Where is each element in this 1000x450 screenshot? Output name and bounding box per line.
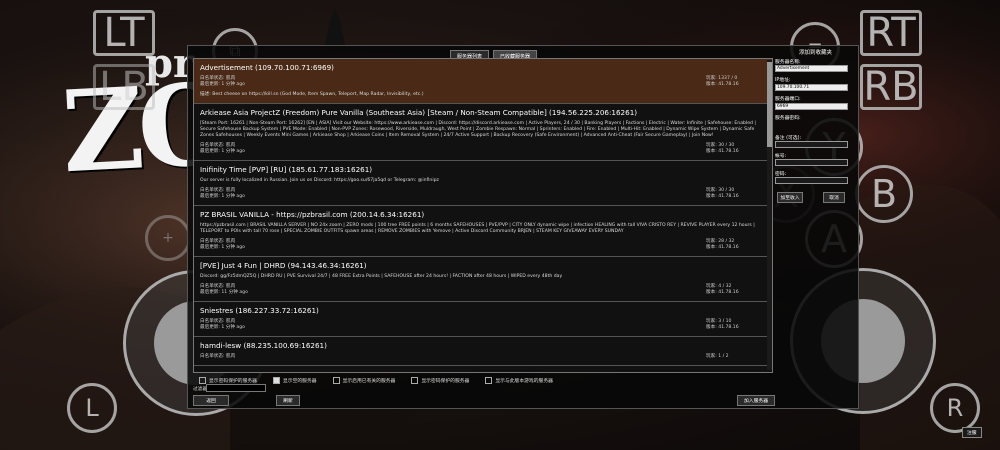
last-update: 最后更新: 1 分钟 ago	[200, 194, 245, 199]
scrollbar-thumb[interactable]	[767, 62, 772, 147]
refresh-button[interactable]: 刷新	[276, 395, 300, 406]
add-favorite-button[interactable]: 加至收入	[777, 192, 803, 203]
server-row[interactable]: Arkiease Asia ProjectZ (Freedom) Pure Va…	[194, 104, 772, 161]
note-field[interactable]	[775, 141, 848, 148]
server-row[interactable]: Advertisement (109.70.100.71:6969) 白名单状态…	[194, 59, 772, 104]
account-field[interactable]	[775, 159, 848, 166]
account-label: 帐号:	[775, 154, 787, 159]
server-row[interactable]: Sniestres (186.227.33.72:16261) 白名单状态: 肌…	[194, 302, 772, 337]
filter-options: 显示密码保护的服务器 显示空的服务器 显示启用已有关的服务器 显示密码保护的服务…	[199, 377, 553, 384]
server-name: PZ BRASIL VANILLA - https://pzbrasil.com…	[200, 210, 425, 219]
server-password-label: 服务器密码:	[775, 116, 801, 121]
filter-option[interactable]: 显示密码保护的服务器	[199, 377, 257, 384]
rt-button[interactable]: RT	[860, 10, 922, 56]
server-list[interactable]: Advertisement (109.70.100.71:6969) 白名单状态…	[193, 58, 773, 373]
r-button[interactable]: R	[930, 383, 980, 433]
last-update: 最后更新: 1 分钟 ago	[200, 149, 245, 154]
server-name: Advertisement (109.70.100.71:6969)	[200, 63, 334, 72]
lb-button[interactable]: LB	[93, 64, 155, 110]
server-description: https://pzbrasil.com | BRASIL VANILLA SE…	[200, 223, 755, 234]
cancel-button[interactable]: 取消	[823, 192, 845, 203]
whitelist-status: 白名单状态: 肌肉	[200, 354, 236, 359]
password-label: 密码:	[775, 172, 787, 177]
last-update: 最后更新: 11 分钟 ago	[200, 290, 248, 295]
lt-button[interactable]: LT	[93, 10, 155, 56]
back-button[interactable]: 返回	[193, 395, 229, 406]
server-name: Arkiease Asia ProjectZ (Freedom) Pure Va…	[200, 108, 638, 117]
last-update: 最后更新: 1 分钟 ago	[200, 82, 245, 87]
l-button[interactable]: L	[67, 383, 117, 433]
filter-option[interactable]: 显示密码保护的服务器	[411, 377, 469, 384]
b-button[interactable]: B	[855, 165, 913, 223]
last-update: 最后更新: 1 分钟 ago	[200, 245, 245, 250]
ip-field[interactable]: 109.70.100.71	[775, 84, 848, 91]
server-version: 版本: 41.78.16	[706, 325, 739, 330]
filter-option[interactable]: 显示与此版本游戏的服务器	[485, 377, 553, 384]
note-label: 备注 (可选):	[775, 136, 802, 141]
server-description: Discord: gg/Fz5dmQZ5Q | DHRD RU | PVE Su…	[200, 274, 563, 279]
server-version: 版本: 41.78.16	[706, 194, 739, 199]
join-server-button[interactable]: 加入服务器	[737, 395, 775, 406]
server-version: 版本: 41.78.16	[706, 290, 739, 295]
server-name: [PVE] Just 4 Fun | DHRD (94.143.46.34:16…	[200, 261, 367, 270]
server-name: Inifinity Time [PVP] [RU] (185.61.77.183…	[200, 165, 373, 174]
server-version: 版本: 41.78.16	[706, 245, 739, 250]
rb-button[interactable]: RB	[860, 64, 922, 110]
password-field[interactable]	[775, 177, 848, 184]
server-description: Our server is fully localized in Russian…	[200, 178, 439, 183]
filter-option[interactable]: 显示空的服务器	[272, 377, 317, 384]
close-button[interactable]: 注服	[962, 427, 982, 438]
server-name: hamdi-lesw (88.235.100.69:16261)	[200, 341, 327, 350]
last-update: 最后更新: 1 分钟 ago	[200, 325, 245, 330]
server-row[interactable]: hamdi-lesw (88.235.100.69:16261) 白名单状态: …	[194, 337, 772, 366]
server-name-field[interactable]: Advertisement	[775, 65, 848, 72]
server-row[interactable]: Inifinity Time [PVP] [RU] (185.61.77.183…	[194, 161, 772, 206]
server-name-label: 服务器名称:	[775, 60, 801, 65]
server-row[interactable]: [PVE] Just 4 Fun | DHRD (94.143.46.34:16…	[194, 257, 772, 302]
server-version: 版本: 41.78.16	[706, 149, 739, 154]
player-count: 玩家: 1 / 2	[706, 354, 729, 359]
filter-option[interactable]: 显示启用已有关的服务器	[332, 377, 395, 384]
server-name: Sniestres (186.227.33.72:16261)	[200, 306, 319, 315]
filter-input[interactable]	[206, 384, 266, 392]
dpad-icon[interactable]: +	[145, 215, 191, 261]
server-version: 版本: 41.78.16	[706, 82, 739, 87]
server-list-scrollbar[interactable]	[767, 60, 772, 370]
server-description: 描述: Best cheese on https://kill.sn (God …	[200, 92, 424, 97]
ip-label: IP地址:	[775, 78, 791, 83]
port-field[interactable]: 6969	[775, 103, 848, 110]
server-row[interactable]: PZ BRASIL VANILLA - https://pzbrasil.com…	[194, 206, 772, 257]
panel-title: 添加到收藏夹	[799, 50, 833, 56]
port-label: 服务器端口:	[775, 97, 801, 102]
server-description: [Steam Port: 16261 | Non-Steam Port: 162…	[200, 121, 756, 138]
